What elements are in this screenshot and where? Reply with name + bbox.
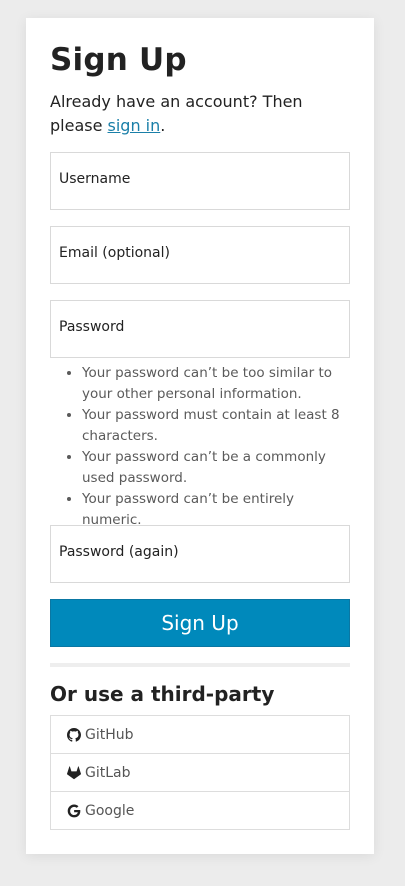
github-label: GitHub [85, 726, 134, 743]
password-again-field[interactable]: Password (again) [50, 525, 350, 583]
github-icon [67, 727, 85, 742]
username-label: Username [59, 171, 131, 187]
gitlab-label: GitLab [85, 764, 131, 781]
sign-up-button[interactable]: Sign Up [50, 599, 350, 647]
password-requirement: Your password must contain at least 8 ch… [82, 405, 350, 447]
gitlab-login-button[interactable]: GitLab [51, 753, 349, 791]
password-again-label: Password (again) [59, 544, 179, 560]
password-requirement: Your password can’t be too similar to yo… [82, 363, 350, 405]
github-login-button[interactable]: GitHub [51, 716, 349, 753]
gitlab-icon [67, 765, 85, 780]
password-requirement: Your password can’t be a commonly used p… [82, 447, 350, 489]
username-field[interactable]: Username [50, 152, 350, 210]
section-divider [50, 663, 350, 667]
google-icon [67, 804, 85, 818]
password-label: Password [59, 319, 125, 335]
sign-in-prompt: Already have an account? Then please sig… [50, 90, 350, 138]
third-party-list: GitHub GitLab Google [50, 715, 350, 830]
password-field[interactable]: Password [50, 300, 350, 358]
signup-card: Sign Up Already have an account? Then pl… [26, 18, 374, 854]
email-field[interactable]: Email (optional) [50, 226, 350, 284]
sign-in-prompt-end: . [160, 116, 166, 135]
password-requirements: Your password can’t be too similar to yo… [50, 363, 350, 531]
third-party-heading: Or use a third-party [50, 682, 275, 706]
page-title: Sign Up [50, 42, 187, 78]
google-login-button[interactable]: Google [51, 791, 349, 829]
sign-in-prompt-text: Already have an account? Then please [50, 92, 303, 135]
google-label: Google [85, 802, 135, 819]
sign-in-link[interactable]: sign in [108, 116, 161, 135]
email-label: Email (optional) [59, 245, 170, 261]
